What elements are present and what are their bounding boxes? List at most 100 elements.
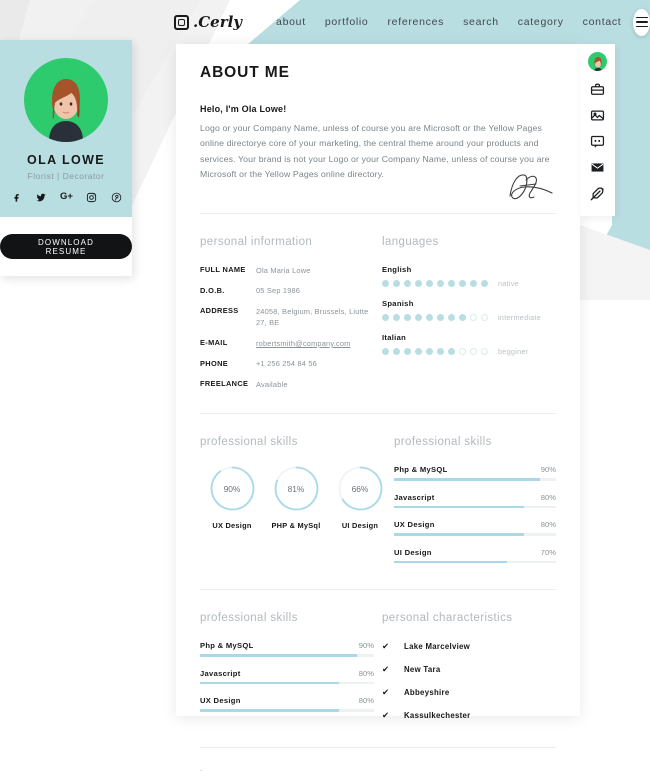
bar-skill-percent: 90%	[358, 641, 374, 651]
language-item: English native	[382, 265, 556, 288]
rating-dot-filled	[437, 279, 444, 287]
rating-dot-filled	[404, 313, 411, 321]
top-navigation: .Cerly about portfolio references search…	[160, 0, 650, 44]
bar-skill-label: Javascript	[394, 492, 435, 502]
briefcase-icon[interactable]	[590, 82, 605, 97]
page-title: ABOUT ME	[200, 64, 290, 81]
pi-value: Ola Maria Lowe	[256, 265, 311, 275]
bar-skills-left-title: professional skills	[200, 612, 298, 625]
nav-item-contact[interactable]: contact	[583, 16, 622, 28]
bar-skill-item: Php & MySQL 90%	[394, 465, 556, 481]
page-root: .Cerly about portfolio references search…	[0, 0, 650, 771]
pi-value: 24058, Belgium, Brussels, Liutte 27, BE	[256, 306, 369, 328]
circle-percent: 66%	[351, 483, 369, 494]
profile-photo	[49, 79, 83, 142]
bar-skill-item: UX Design 80%	[394, 520, 556, 536]
rating-dot-filled	[448, 279, 455, 287]
download-resume-button[interactable]: DOWNLOAD RESUME	[0, 234, 132, 259]
photo-icon[interactable]	[590, 108, 605, 123]
bar-skill-percent: 70%	[540, 547, 556, 557]
nav-item-portfolio[interactable]: portfolio	[325, 16, 369, 28]
circle-skill-label: UI Design	[341, 521, 379, 531]
profile-name: OLA LOWE	[26, 153, 106, 167]
about-greeting: Helo, I'm Ola Lowe!	[200, 104, 287, 114]
rating-dot-filled	[426, 347, 433, 355]
rating-dot-filled	[481, 279, 488, 287]
main-content-sheet: ABOUT ME Helo, I'm Ola Lowe! Logo or you…	[176, 44, 580, 771]
rating-dot-filled	[415, 279, 422, 287]
bar-skill-item: UI Design 70%	[394, 548, 556, 564]
personal-information-title: personal information	[200, 235, 313, 248]
circle-skill-item: 90% UX Design	[206, 465, 258, 530]
bar-track	[394, 505, 556, 509]
download-resume-wrap: DOWNLOAD RESUME	[0, 217, 132, 276]
pi-key: PHONE	[200, 358, 229, 368]
rating-dot-filled	[404, 279, 411, 287]
quote-icon[interactable]	[590, 134, 605, 149]
hamburger-menu-icon[interactable]	[633, 8, 650, 36]
rating-dot-filled	[426, 279, 433, 287]
languages-title: languages	[382, 235, 439, 248]
language-level: begginer	[498, 346, 529, 356]
rating-dot-filled	[393, 347, 400, 355]
rating-dot-filled	[415, 313, 422, 321]
email-link[interactable]: robertsmith@company.com	[256, 338, 351, 349]
nav-item-about[interactable]: about	[276, 16, 306, 28]
pi-key: E-MAIL	[200, 338, 228, 348]
bar-skill-label: UX Design	[200, 696, 241, 706]
circle-skill-item: 81% PHP & MySql	[270, 465, 322, 530]
bar-skill-label: Javascript	[200, 668, 241, 678]
rating-dot-filled	[437, 313, 444, 321]
bar-track	[394, 478, 556, 481]
bar-skill-label: UX Design	[394, 520, 435, 530]
profile-header: OLA LOWE Florist | Decorator G+	[0, 40, 132, 217]
list-item: ✔ Abbeyshire	[382, 687, 556, 698]
rating-dot-empty	[481, 313, 488, 321]
language-name: Italian	[382, 332, 407, 342]
bar-fill	[394, 505, 524, 509]
nav-item-references[interactable]: references	[387, 16, 444, 28]
rating-dot-filled	[459, 279, 466, 287]
bar-skill-item: Javascript 80%	[394, 493, 556, 509]
circle-skill-label: UX Design	[212, 521, 252, 531]
language-item: Italian begginer	[382, 333, 556, 356]
rail-avatar-photo	[593, 57, 602, 71]
about-body: Logo or your Company Name, unless of cou…	[200, 123, 550, 180]
bar-skill-percent: 80%	[540, 492, 556, 502]
envelope-icon[interactable]	[590, 160, 605, 175]
characteristic-label: Lake Marcelview	[404, 642, 471, 652]
rating-dot-filled	[448, 347, 455, 355]
facebook-icon[interactable]	[10, 192, 22, 206]
rating-dot-filled	[426, 313, 433, 321]
rating-dot-filled	[382, 279, 389, 287]
bar-skills-right-title: professional skills	[394, 436, 492, 449]
rail-avatar-icon[interactable]	[588, 52, 607, 71]
language-name: Spanish	[382, 298, 414, 308]
google-plus-icon[interactable]: G+	[60, 192, 73, 206]
check-icon: ✔	[382, 687, 390, 698]
instagram-icon[interactable]	[85, 192, 97, 206]
nav-item-search[interactable]: search	[463, 16, 499, 28]
circle-gauge: 90%	[209, 465, 256, 512]
rating-dot-filled	[382, 347, 389, 355]
bar-fill	[394, 560, 508, 564]
circle-percent: 90%	[223, 483, 241, 494]
table-row: FULL NAME Ola Maria Lowe	[200, 265, 374, 276]
bar-track	[200, 709, 374, 712]
rating-dot-filled	[448, 313, 455, 321]
twitter-icon[interactable]	[35, 192, 47, 206]
bar-fill	[200, 681, 340, 685]
language-name: English	[382, 264, 412, 274]
brand-name: .Cerly	[193, 13, 243, 31]
feather-icon[interactable]	[590, 186, 605, 201]
rating-dot-filled	[393, 313, 400, 321]
brand-logo[interactable]: .Cerly	[174, 13, 242, 31]
characteristics-title: personal characteristics	[382, 612, 513, 625]
nav-item-category[interactable]: category	[518, 16, 564, 28]
pi-key: FREELANCE	[200, 379, 249, 389]
pinterest-icon[interactable]	[110, 192, 122, 206]
rating-dot-empty	[470, 313, 477, 321]
personal-information-block: personal information FULL NAME Ola Maria…	[200, 236, 374, 399]
characteristic-label: Kassulkechester	[404, 711, 471, 721]
skills-characteristics-section: professional skills Php & MySQL 90% Java…	[200, 590, 556, 747]
